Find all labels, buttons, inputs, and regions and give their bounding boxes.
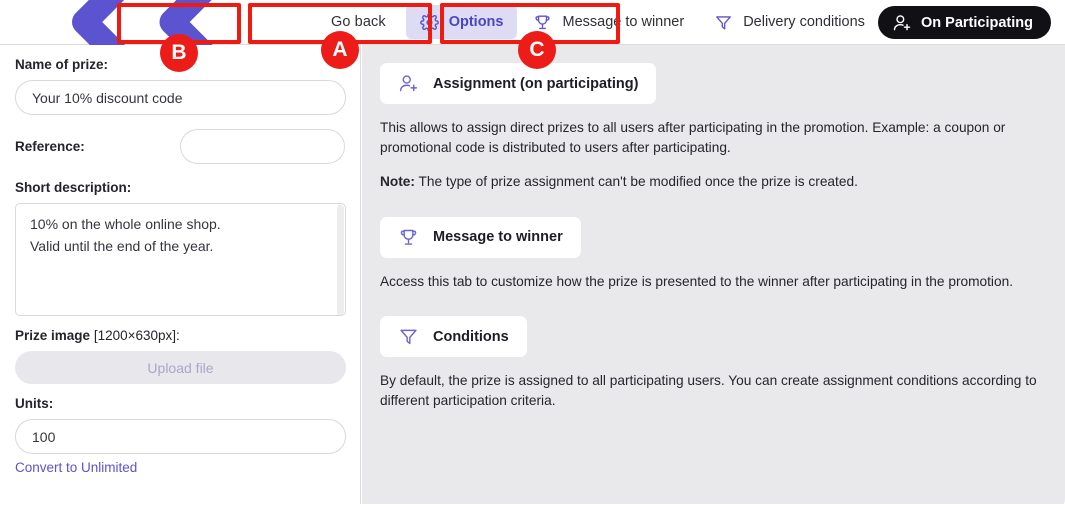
gear-icon bbox=[419, 12, 439, 32]
go-back-label: Go back bbox=[331, 14, 386, 30]
name-of-prize-input[interactable]: Your 10% discount code bbox=[15, 80, 346, 115]
assignment-description: This allows to assign direct prizes to a… bbox=[380, 120, 1006, 155]
assignment-button[interactable]: Assignment (on participating) bbox=[380, 63, 657, 104]
user-add-icon bbox=[398, 73, 419, 94]
units-input[interactable]: 100 bbox=[15, 419, 346, 454]
status-badge-on-participating[interactable]: On Participating bbox=[878, 6, 1051, 39]
message-to-winner-button[interactable]: Message to winner bbox=[380, 216, 581, 258]
tab-delivery-conditions-label: Delivery conditions bbox=[743, 14, 865, 30]
prize-image-dimensions: [1200×630px]: bbox=[93, 328, 180, 343]
top-toolbar: Go back Options Message to winner Delive… bbox=[0, 0, 1065, 122]
tab-bar: Options Message to winner Delivery condi… bbox=[405, 5, 879, 39]
textarea-scrollbar[interactable] bbox=[337, 205, 344, 315]
prize-options-form: Name of prize: Your 10% discount code Re… bbox=[0, 45, 361, 504]
prize-image-label: Prize image [1200×630px]: bbox=[15, 328, 345, 343]
short-description-label: Short description: bbox=[15, 180, 132, 195]
conditions-button[interactable]: Conditions bbox=[380, 316, 527, 358]
trophy-icon bbox=[398, 227, 419, 248]
conditions-description: By default, the prize is assigned to all… bbox=[380, 373, 1037, 409]
assignment-note-label: Note: bbox=[380, 173, 415, 189]
convert-to-unlimited-link[interactable]: Convert to Unlimited bbox=[15, 460, 137, 475]
reference-label: Reference: bbox=[15, 139, 85, 154]
assignment-button-label: Assignment (on participating) bbox=[433, 75, 639, 92]
message-to-winner-button-label: Message to winner bbox=[433, 229, 563, 246]
assignment-note-body: The type of prize assignment can't be mo… bbox=[414, 173, 858, 189]
tab-options[interactable]: Options bbox=[405, 5, 518, 39]
status-badge-label: On Participating bbox=[921, 14, 1033, 31]
trophy-icon bbox=[533, 13, 552, 32]
prize-image-title: Prize image bbox=[15, 328, 91, 343]
short-description-textarea[interactable]: 10% on the whole online shop. Valid unti… bbox=[15, 203, 346, 316]
assignment-block: Assignment (on participating) This allow… bbox=[380, 63, 1043, 192]
reference-input[interactable] bbox=[180, 129, 345, 164]
conditions-block: Conditions By default, the prize is assi… bbox=[380, 316, 1043, 411]
conditions-button-label: Conditions bbox=[433, 328, 509, 345]
tab-message-to-winner-label: Message to winner bbox=[562, 14, 685, 30]
tab-options-label: Options bbox=[448, 14, 504, 30]
short-description-value: 10% on the whole online shop. Valid unti… bbox=[30, 216, 221, 254]
assignment-note: Note: The type of prize assignment can't… bbox=[380, 172, 1043, 192]
units-label: Units: bbox=[15, 396, 54, 411]
prize-editor-window: Go back Options Message to winner Delive… bbox=[0, 0, 1065, 509]
funnel-icon bbox=[398, 326, 419, 347]
message-to-winner-description: Access this tab to customize how the pri… bbox=[380, 273, 1013, 289]
name-of-prize-label: Name of prize: bbox=[15, 57, 109, 72]
user-add-icon bbox=[892, 13, 912, 33]
go-back-button[interactable]: Go back bbox=[14, 0, 394, 122]
message-to-winner-block: Message to winner Access this tab to cus… bbox=[380, 216, 1043, 292]
funnel-icon bbox=[714, 13, 733, 32]
info-panel: Assignment (on participating) This allow… bbox=[362, 45, 1065, 504]
tab-delivery-conditions[interactable]: Delivery conditions bbox=[700, 5, 879, 39]
upload-file-button[interactable]: Upload file bbox=[15, 351, 346, 384]
tab-message-to-winner[interactable]: Message to winner bbox=[519, 5, 698, 39]
reference-row: Reference: bbox=[15, 129, 345, 164]
